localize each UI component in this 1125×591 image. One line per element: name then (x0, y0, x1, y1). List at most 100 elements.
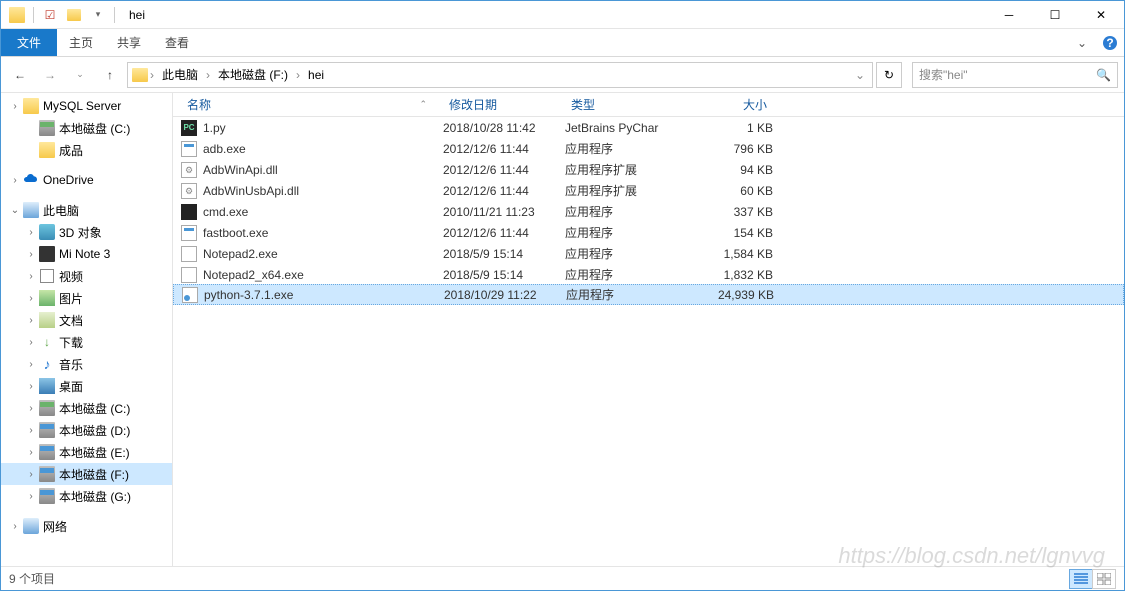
file-row[interactable]: fastboot.exe2012/12/6 11:44应用程序154 KB (173, 222, 1124, 243)
expand-icon[interactable]: › (25, 227, 37, 238)
ribbon-expand-icon[interactable]: ⌄ (1068, 29, 1096, 56)
ribbon-tab-share[interactable]: 共享 (105, 29, 153, 56)
collapse-icon[interactable]: ⌄ (9, 205, 21, 216)
tree-item[interactable]: ›Mi Note 3 (1, 243, 172, 265)
file-type: 应用程序 (565, 245, 683, 262)
forward-button[interactable]: → (37, 62, 63, 88)
qat-properties-icon[interactable]: ☑ (38, 3, 62, 27)
expand-icon[interactable]: › (25, 403, 37, 414)
chevron-right-icon[interactable]: › (204, 68, 212, 82)
expand-icon[interactable]: › (25, 491, 37, 502)
close-button[interactable]: ✕ (1078, 1, 1124, 29)
column-type[interactable]: 类型 (565, 96, 683, 113)
tree-item[interactable]: ›↓下载 (1, 331, 172, 353)
help-icon[interactable]: ? (1096, 29, 1124, 56)
expand-icon[interactable]: › (25, 469, 37, 480)
tree-item[interactable]: ›MySQL Server (1, 95, 172, 117)
expand-icon[interactable]: › (9, 101, 21, 112)
tree-label: 下载 (59, 334, 83, 351)
expand-icon[interactable]: › (25, 337, 37, 348)
expand-icon[interactable]: › (25, 271, 37, 282)
tree-item[interactable]: ›3D 对象 (1, 221, 172, 243)
file-size: 1,584 KB (683, 247, 773, 261)
expand-icon[interactable]: › (9, 175, 21, 186)
expand-icon[interactable]: › (25, 315, 37, 326)
tree-icon (39, 224, 55, 240)
file-list: 名称 ⌃ 修改日期 类型 大小 PC1.py2018/10/28 11:42Je… (173, 93, 1124, 566)
address-dropdown-icon[interactable]: ⌄ (852, 68, 868, 82)
file-tab[interactable]: 文件 (1, 29, 57, 56)
back-button[interactable]: ← (7, 62, 33, 88)
tree-thispc[interactable]: ⌄ 此电脑 (1, 199, 172, 221)
column-date[interactable]: 修改日期 (443, 96, 565, 113)
expand-icon[interactable]: › (25, 425, 37, 436)
breadcrumb[interactable]: 本地磁盘 (F:) (212, 63, 294, 87)
refresh-button[interactable]: ↻ (876, 62, 902, 88)
file-row[interactable]: PC1.py2018/10/28 11:42JetBrains PyChar1 … (173, 117, 1124, 138)
file-size: 154 KB (683, 226, 773, 240)
file-row[interactable]: cmd.exe2010/11/21 11:23应用程序337 KB (173, 201, 1124, 222)
breadcrumb[interactable]: 此电脑 (156, 63, 204, 87)
qat-dropdown-icon[interactable]: ▾ (86, 3, 110, 27)
tree-item[interactable]: ›桌面 (1, 375, 172, 397)
tree-label: 此电脑 (43, 202, 79, 219)
chevron-right-icon[interactable]: › (148, 68, 156, 82)
search-icon: 🔍 (1096, 68, 1111, 82)
tree-item[interactable]: ›本地磁盘 (D:) (1, 419, 172, 441)
chevron-right-icon[interactable]: › (294, 68, 302, 82)
file-date: 2012/12/6 11:44 (443, 226, 565, 240)
navigation-tree[interactable]: ›MySQL Server本地磁盘 (C:)成品 › OneDrive ⌄ 此电… (1, 93, 173, 566)
minimize-button[interactable]: ─ (986, 1, 1032, 29)
qat-new-folder-icon[interactable] (62, 3, 86, 27)
file-type: JetBrains PyChar (565, 121, 683, 135)
expand-icon[interactable]: › (25, 359, 37, 370)
tree-item[interactable]: ›本地磁盘 (E:) (1, 441, 172, 463)
ribbon-tab-home[interactable]: 主页 (57, 29, 105, 56)
recent-dropdown-icon[interactable]: ⌄ (67, 62, 93, 88)
details-view-button[interactable] (1069, 569, 1093, 589)
tree-item[interactable]: ›♪音乐 (1, 353, 172, 375)
expand-icon[interactable]: › (9, 521, 21, 532)
file-type: 应用程序 (565, 140, 683, 157)
maximize-button[interactable]: ☐ (1032, 1, 1078, 29)
expand-icon[interactable]: › (25, 381, 37, 392)
file-row[interactable]: adb.exe2012/12/6 11:44应用程序796 KB (173, 138, 1124, 159)
expand-icon[interactable]: › (25, 293, 37, 304)
grid-icon (1097, 573, 1111, 585)
file-name: adb.exe (203, 142, 246, 156)
tree-onedrive[interactable]: › OneDrive (1, 169, 172, 191)
tree-item[interactable]: › 文档 (1, 309, 172, 331)
tree-item[interactable]: 本地磁盘 (C:) (1, 117, 172, 139)
tree-item[interactable]: ›图片 (1, 287, 172, 309)
column-name[interactable]: 名称 ⌃ (181, 96, 443, 113)
tree-network[interactable]: › 网络 (1, 515, 172, 537)
file-row[interactable]: AdbWinUsbApi.dll2012/12/6 11:44应用程序扩展60 … (173, 180, 1124, 201)
tree-icon (39, 120, 55, 136)
file-row[interactable]: python-3.7.1.exe2018/10/29 11:22应用程序24,9… (173, 284, 1124, 305)
breadcrumb[interactable]: hei (302, 63, 330, 87)
expand-icon[interactable]: › (25, 249, 37, 260)
tree-icon (39, 422, 55, 438)
address-bar[interactable]: › 此电脑 › 本地磁盘 (F:) › hei ⌄ (127, 62, 873, 88)
up-button[interactable]: ↑ (97, 62, 123, 88)
file-row[interactable]: AdbWinApi.dll2012/12/6 11:44应用程序扩展94 KB (173, 159, 1124, 180)
file-name-cell: PC1.py (181, 120, 443, 136)
file-size: 796 KB (683, 142, 773, 156)
column-label: 名称 (187, 96, 211, 113)
search-box[interactable]: 搜索"hei" 🔍 (912, 62, 1118, 88)
help-circle-icon: ? (1102, 35, 1118, 51)
tree-item[interactable]: ›本地磁盘 (F:) (1, 463, 172, 485)
tree-label: 文档 (59, 312, 83, 329)
expand-icon[interactable]: › (25, 447, 37, 458)
tree-item[interactable]: ›本地磁盘 (G:) (1, 485, 172, 507)
ribbon-tab-view[interactable]: 查看 (153, 29, 201, 56)
file-row[interactable]: Notepad2.exe2018/5/9 15:14应用程序1,584 KB (173, 243, 1124, 264)
tree-item[interactable]: 成品 (1, 139, 172, 161)
folder-icon (9, 7, 25, 23)
file-type: 应用程序 (566, 286, 684, 303)
tree-item[interactable]: ›视频 (1, 265, 172, 287)
tree-item[interactable]: ›本地磁盘 (C:) (1, 397, 172, 419)
column-size[interactable]: 大小 (683, 96, 773, 113)
file-row[interactable]: Notepad2_x64.exe2018/5/9 15:14应用程序1,832 … (173, 264, 1124, 285)
thumbnails-view-button[interactable] (1092, 569, 1116, 589)
